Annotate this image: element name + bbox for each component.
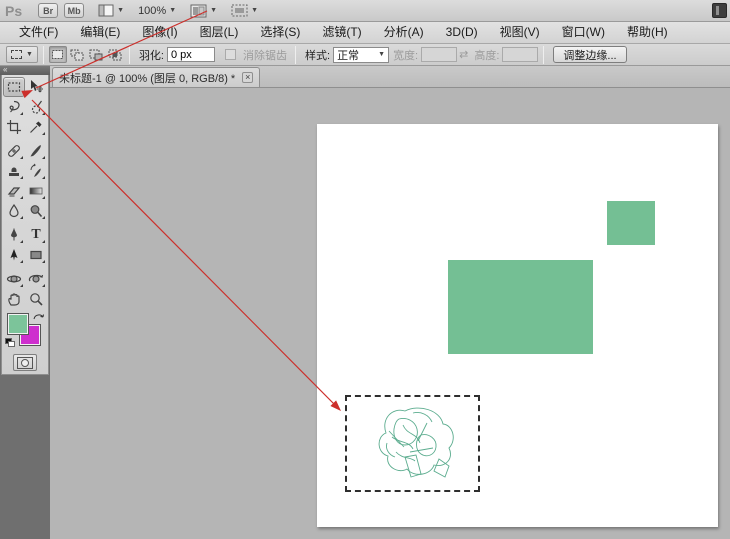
menu-3d[interactable]: 3D(D): [435, 22, 489, 43]
blur-tool[interactable]: [3, 201, 25, 221]
height-input: [502, 47, 538, 62]
gradient-tool[interactable]: [25, 181, 47, 201]
zoom-level-value: 100%: [138, 5, 166, 17]
tool-options-bar: ▼ 羽化: 消除锯齿 样式: 正常 ▼ 宽度: ⇄ 高度: 调整边缘...: [0, 44, 730, 66]
chevron-down-icon: ▼: [117, 7, 124, 14]
chevron-down-icon: ▼: [251, 7, 258, 14]
antialias-checkbox[interactable]: [225, 49, 236, 60]
history-brush-tool[interactable]: [25, 161, 47, 181]
screen-mode-icon: [231, 4, 248, 17]
tools-dock: «: [0, 66, 50, 539]
type-tool[interactable]: T: [25, 225, 47, 245]
style-dropdown[interactable]: 正常 ▼: [333, 47, 389, 63]
lasso-tool[interactable]: [3, 97, 25, 117]
menu-select[interactable]: 选择(S): [249, 22, 311, 43]
chevron-down-icon: ▼: [169, 7, 176, 14]
style-dropdown-value: 正常: [337, 47, 359, 63]
menu-bar: 文件(F) 编辑(E) 图像(I) 图层(L) 选择(S) 滤镜(T) 分析(A…: [0, 22, 730, 44]
foreground-color-swatch[interactable]: [7, 313, 29, 335]
bridge-button[interactable]: Br: [38, 3, 58, 18]
subtract-from-selection-button[interactable]: [87, 46, 105, 63]
color-swatches: [5, 313, 45, 349]
menu-window[interactable]: 窗口(W): [551, 22, 616, 43]
height-label: 高度:: [474, 47, 499, 63]
menu-filter[interactable]: 滤镜(T): [311, 22, 372, 43]
screen-mode-control[interactable]: ▼: [231, 4, 258, 17]
menu-layer[interactable]: 图层(L): [189, 22, 250, 43]
collapse-panel-icon: «: [3, 65, 7, 74]
zoom-tool[interactable]: [25, 289, 47, 309]
intersect-selection-button[interactable]: [106, 46, 124, 63]
sketch-drawing: [347, 397, 478, 490]
menu-image[interactable]: 图像(I): [131, 22, 188, 43]
menu-view[interactable]: 视图(V): [489, 22, 551, 43]
swap-dimensions-icon: ⇄: [459, 48, 468, 61]
rectangular-marquee-tool[interactable]: [3, 77, 25, 97]
divider: [43, 46, 44, 64]
canvas-workspace: [50, 88, 730, 539]
quick-mask-button[interactable]: [13, 354, 37, 371]
move-tool[interactable]: [25, 77, 47, 97]
menu-help[interactable]: 帮助(H): [616, 22, 679, 43]
mobile-button[interactable]: Mb: [64, 3, 84, 18]
arrange-documents-icon: [190, 4, 207, 18]
marquee-preset-icon: [11, 50, 22, 59]
launch-bridge-control[interactable]: ▼: [98, 4, 124, 17]
divider: [295, 46, 296, 64]
launcher-icon: [98, 4, 114, 17]
new-selection-button[interactable]: [49, 46, 67, 63]
chevron-down-icon: ▼: [210, 7, 217, 14]
dodge-tool[interactable]: [25, 201, 47, 221]
add-to-selection-button[interactable]: [68, 46, 86, 63]
antialias-label: 消除锯齿: [243, 47, 287, 63]
tool-preset-picker[interactable]: ▼: [6, 46, 38, 63]
green-rectangle-large: [448, 260, 593, 354]
feather-label: 羽化:: [139, 47, 164, 63]
width-label: 宽度:: [393, 47, 418, 63]
width-input: [421, 47, 457, 62]
selection-marquee[interactable]: [345, 395, 480, 492]
hand-tool[interactable]: [3, 289, 25, 309]
menu-analysis[interactable]: 分析(A): [373, 22, 435, 43]
menu-edit[interactable]: 编辑(E): [69, 22, 131, 43]
3d-rotate-tool[interactable]: [3, 269, 25, 289]
type-tool-glyph: T: [31, 227, 40, 243]
chevron-down-icon: ▼: [26, 51, 33, 58]
chevron-down-icon: ▼: [378, 51, 385, 58]
eraser-tool[interactable]: [3, 181, 25, 201]
3d-orbit-tool[interactable]: [25, 269, 47, 289]
default-colors-icon[interactable]: [5, 338, 15, 347]
style-label: 样式:: [305, 47, 330, 63]
tools-panel-header[interactable]: «: [0, 66, 50, 75]
divider: [129, 46, 130, 64]
menu-file[interactable]: 文件(F): [8, 22, 69, 43]
close-icon[interactable]: ×: [242, 72, 253, 83]
refine-edge-button[interactable]: 调整边缘...: [553, 46, 626, 63]
zoom-level-control[interactable]: 100% ▼: [138, 5, 176, 17]
quick-selection-tool[interactable]: [25, 97, 47, 117]
green-rectangle-small: [607, 201, 655, 245]
document-tab-title: 未标题-1 @ 100% (图层 0, RGB/8) *: [59, 70, 235, 86]
photoshop-logo: Ps: [5, 3, 22, 19]
rectangle-shape-tool[interactable]: [25, 245, 47, 265]
document-canvas[interactable]: [317, 124, 718, 527]
path-selection-tool[interactable]: [3, 245, 25, 265]
pen-tool[interactable]: [3, 225, 25, 245]
tools-panel: T: [1, 75, 49, 375]
document-tab-bar: 未标题-1 @ 100% (图层 0, RGB/8) * ×: [50, 66, 730, 88]
divider: [543, 46, 544, 64]
selection-mode-group: [49, 46, 124, 63]
eyedropper-tool[interactable]: [25, 117, 47, 137]
feather-input[interactable]: [167, 47, 215, 62]
clone-stamp-tool[interactable]: [3, 161, 25, 181]
application-bar: Ps Br Mb ▼ 100% ▼ ▼ ▼: [0, 0, 730, 22]
crop-tool[interactable]: [3, 117, 25, 137]
brush-tool[interactable]: [25, 141, 47, 161]
arrange-documents-control[interactable]: ▼: [190, 4, 217, 18]
workspace-icon[interactable]: [712, 3, 727, 18]
swap-colors-icon[interactable]: [33, 311, 45, 325]
spot-healing-brush-tool[interactable]: [3, 141, 25, 161]
document-tab[interactable]: 未标题-1 @ 100% (图层 0, RGB/8) * ×: [52, 67, 260, 87]
